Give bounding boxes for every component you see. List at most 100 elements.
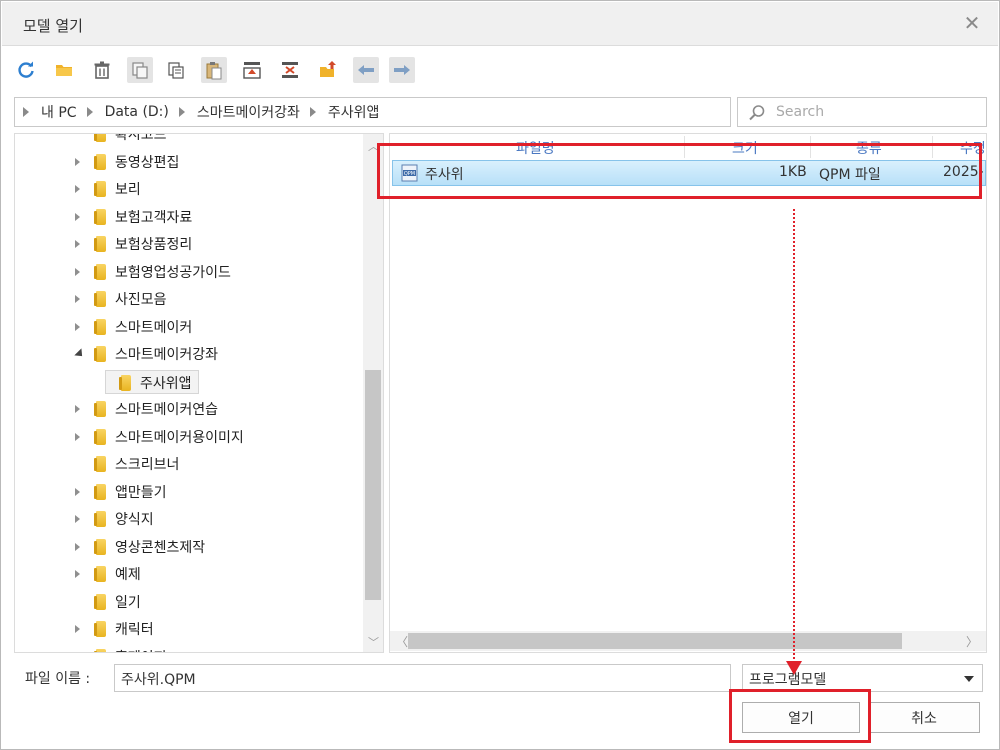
- folder-icon: [94, 208, 106, 225]
- tree-item[interactable]: 스마트메이커연습: [15, 397, 355, 421]
- folder-icon: [119, 374, 131, 391]
- tree-item-label: 일기: [115, 594, 141, 611]
- breadcrumb-item[interactable]: Data (D:): [86, 104, 169, 120]
- chevron-expanded-icon[interactable]: [74, 348, 86, 360]
- title-bar: 모델 열기 ✕: [2, 2, 998, 46]
- chevron-down-icon[interactable]: [964, 676, 974, 682]
- chevron-collapsed-icon[interactable]: [75, 515, 80, 523]
- copy-icon[interactable]: [127, 57, 153, 83]
- tree-item[interactable]: 보험상품정리: [15, 232, 355, 256]
- column-divider[interactable]: [684, 136, 685, 158]
- list-scroll-thumb[interactable]: [408, 633, 902, 649]
- column-header-size[interactable]: 크기: [732, 138, 758, 158]
- chevron-collapsed-icon[interactable]: [75, 322, 80, 331]
- chevron-collapsed-icon[interactable]: [75, 267, 80, 276]
- refresh-icon[interactable]: [13, 57, 39, 83]
- delete-icon[interactable]: [89, 57, 115, 83]
- chevron-collapsed-icon[interactable]: [75, 405, 80, 413]
- filename-input[interactable]: 주사위.QPM: [114, 664, 731, 692]
- folder-icon: [94, 456, 106, 472]
- tree-item-label: 스마트메이커용이미지: [115, 429, 244, 446]
- tree-item-label: 캐릭터: [115, 622, 154, 638]
- tree-item-label: 보리: [115, 182, 141, 198]
- breadcrumb-label: 주사위앱: [327, 105, 380, 121]
- filename-label: 파일 이름 :: [25, 671, 91, 687]
- search-icon: [749, 105, 765, 121]
- new-folder-icon[interactable]: [51, 57, 77, 83]
- chevron-collapsed-icon[interactable]: [75, 185, 80, 193]
- tree-item[interactable]: 확시코드: [15, 134, 355, 146]
- tree-item[interactable]: 보험고객자료: [15, 205, 355, 229]
- toolbar: [13, 57, 433, 85]
- tree-item[interactable]: 사진모음: [15, 287, 355, 311]
- tree-item[interactable]: 캐릭터: [15, 617, 355, 641]
- forward-arrow-icon[interactable]: [389, 57, 415, 83]
- column-divider[interactable]: [810, 136, 811, 158]
- search-input[interactable]: [776, 102, 976, 122]
- tree-item[interactable]: 예제: [15, 562, 355, 586]
- tree-item[interactable]: 보리: [15, 177, 355, 201]
- open-button[interactable]: 열기: [742, 702, 860, 733]
- move-up-icon[interactable]: [239, 57, 265, 83]
- tree-item[interactable]: 양식지: [15, 507, 355, 531]
- folder-icon: [94, 134, 106, 142]
- tree-item[interactable]: 일기: [15, 590, 355, 614]
- scroll-down-icon[interactable]: ﹀: [368, 634, 379, 650]
- tree-item[interactable]: 스크리브너: [15, 452, 355, 476]
- breadcrumb-item[interactable]: 스마트메이커강좌: [178, 102, 300, 122]
- tree-vertical-scrollbar[interactable]: ︿ ﹀: [363, 134, 383, 652]
- scroll-right-icon[interactable]: 〉: [966, 633, 978, 650]
- chevron-collapsed-icon[interactable]: [75, 653, 80, 654]
- cancel-button[interactable]: 취소: [868, 702, 980, 733]
- chevron-collapsed-icon[interactable]: [75, 570, 80, 578]
- tree-item-label: 보험상품정리: [115, 237, 193, 253]
- remove-icon[interactable]: [277, 57, 303, 83]
- folder-icon: [94, 401, 106, 417]
- copy-alt-icon[interactable]: [163, 57, 189, 83]
- tree-item-label: 영상콘첸츠제작: [115, 539, 206, 556]
- column-header-name[interactable]: 파일명: [516, 138, 555, 158]
- file-type: QPM 파일: [819, 167, 881, 183]
- back-arrow-icon[interactable]: [353, 57, 379, 83]
- column-divider[interactable]: [932, 136, 933, 158]
- breadcrumb-label: Data (D:): [104, 104, 169, 120]
- scroll-left-icon[interactable]: 〈: [396, 633, 408, 650]
- chevron-collapsed-icon[interactable]: [75, 542, 80, 551]
- breadcrumb[interactable]: 내 PC Data (D:) 스마트메이커강좌 주사위앱: [14, 97, 731, 127]
- tree-item[interactable]: 앱만들기: [15, 480, 355, 504]
- tree-item[interactable]: 스마트메이커강좌: [15, 342, 355, 366]
- filetype-select[interactable]: 프로그램모델: [742, 664, 983, 692]
- close-icon[interactable]: ✕: [960, 11, 984, 35]
- tree-item[interactable]: 홈페이지: [15, 645, 355, 654]
- chevron-collapsed-icon[interactable]: [75, 157, 80, 166]
- list-horizontal-scrollbar[interactable]: 〈 〉: [390, 631, 986, 651]
- tree-item-label: 주사위앱: [140, 375, 192, 392]
- tree-item[interactable]: 스마트메이커: [15, 315, 355, 339]
- chevron-collapsed-icon[interactable]: [75, 212, 80, 221]
- scroll-up-icon[interactable]: ︿: [368, 138, 379, 154]
- chevron-collapsed-icon[interactable]: [75, 240, 80, 248]
- column-header-modified[interactable]: 수정: [960, 138, 986, 158]
- tree-scroll-thumb[interactable]: [365, 370, 381, 600]
- chevron-collapsed-icon[interactable]: [75, 295, 80, 303]
- tree-item-label: 스마트메이커연습: [115, 402, 219, 418]
- tree-item[interactable]: 스마트메이커용이미지: [15, 425, 355, 449]
- chevron-right-icon: [86, 107, 93, 117]
- tree-item-label: 사진모음: [115, 292, 167, 308]
- export-folder-icon[interactable]: [315, 57, 341, 83]
- chevron-collapsed-icon[interactable]: [75, 487, 80, 496]
- breadcrumb-item[interactable]: 내 PC: [23, 102, 77, 122]
- tree-item[interactable]: 영상콘첸츠제작: [15, 535, 355, 559]
- tree-item[interactable]: 보험영업성공가이드: [15, 260, 355, 284]
- table-row[interactable]: QPM 주사위 1KB QPM 파일 2025-: [392, 160, 986, 186]
- paste-icon[interactable]: [201, 57, 227, 83]
- file-modified: 2025-: [943, 164, 984, 180]
- chevron-collapsed-icon[interactable]: [75, 432, 80, 441]
- column-header-type[interactable]: 종류: [856, 138, 882, 158]
- tree-item[interactable]: 동영상편집: [15, 150, 355, 174]
- file-name: 주사위: [425, 167, 464, 183]
- tree-item[interactable]: 주사위앱: [105, 369, 199, 394]
- chevron-collapsed-icon[interactable]: [75, 625, 80, 633]
- folder-icon: [94, 566, 106, 582]
- breadcrumb-item[interactable]: 주사위앱: [309, 102, 380, 122]
